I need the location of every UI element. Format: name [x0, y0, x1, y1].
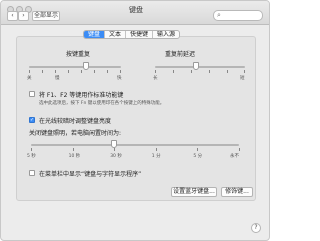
backlight-off-tick-label: 30 秒 [110, 154, 122, 159]
tab-bar: 键盘 文本 快捷键 输入源 [83, 30, 181, 39]
backlight-off-tick-label: 10 秒 [68, 154, 81, 159]
show-viewer-label: 在菜单栏中显示“键盘与字符显示程序” [39, 171, 142, 178]
backlight-off-tick-label: 5 秒 [27, 154, 36, 159]
fn-keys-label: 将 F1、F2 等键用作标准功能键 [39, 92, 124, 99]
key-repeat-off-label: 关 [27, 76, 32, 81]
key-repeat-slider-knob[interactable] [83, 62, 90, 70]
backlight-off-track[interactable] [31, 144, 239, 146]
setup-bluetooth-keyboard-button[interactable]: 设置蓝牙键盘... [171, 187, 217, 197]
repeat-delay-slider-knob[interactable] [192, 62, 199, 70]
show-viewer-checkbox[interactable] [29, 170, 35, 176]
key-repeat-slow-label: 慢 [55, 76, 60, 81]
backlight-off-label: 关闭键盘照明，若电脑闲置时间为: [29, 130, 122, 137]
chevron-right-icon: › [22, 12, 25, 19]
show-all-button[interactable]: 全部显示 [32, 11, 60, 21]
repeat-delay-label: 重复前延迟 [165, 51, 196, 58]
key-repeat-fast-label: 快 [117, 76, 122, 81]
repeat-delay-short-label: 短 [240, 76, 245, 81]
fn-keys-checkbox[interactable] [29, 91, 35, 97]
fn-keys-description: 选中此选项后，按下 Fn 键以使用印在各个按键上的特殊功能。 [39, 101, 165, 106]
backlight-off-tick-label: 1 分 [151, 154, 161, 159]
tab-text[interactable]: 文本 [105, 31, 127, 38]
repeat-delay-long-label: 长 [153, 76, 158, 81]
backlight-off-tick-label: 5 分 [193, 154, 203, 159]
chevron-left-icon: ‹ [11, 12, 14, 19]
backlight-off-tick-label: 永不 [230, 154, 239, 159]
backlight-off-slider-knob[interactable] [111, 140, 118, 148]
modifier-keys-button[interactable]: 修饰键... [221, 187, 253, 197]
help-icon: ? [254, 224, 258, 231]
tab-shortcuts[interactable]: 快捷键 [126, 31, 154, 38]
tab-keyboard[interactable]: 键盘 [84, 31, 106, 38]
checkmark-icon: ✓ [30, 117, 35, 123]
repeat-delay-track[interactable] [155, 66, 245, 68]
back-button[interactable]: ‹ [7, 11, 18, 21]
search-field[interactable]: ⌕ [213, 10, 263, 21]
tab-input-sources[interactable]: 输入源 [153, 31, 179, 38]
title-bar: 键盘 ‹ › 全部显示 ⌕ [1, 1, 269, 25]
setup-bluetooth-keyboard-label: 设置蓝牙键盘... [173, 188, 215, 195]
key-repeat-track[interactable] [29, 66, 121, 68]
adjust-brightness-label: 在光线较暗时调整键盘亮度 [39, 118, 112, 125]
forward-button[interactable]: › [18, 11, 29, 21]
magnifying-glass-icon: ⌕ [217, 11, 221, 19]
modifier-keys-label: 修饰键... [225, 188, 249, 195]
key-repeat-ticks [29, 70, 121, 73]
keyboard-settings-panel: 按键重复 关 慢 快 重复前延迟 长 短 将 F1、F2 等键用作标准功能键 选… [16, 36, 256, 201]
repeat-delay-ticks [155, 70, 245, 73]
adjust-brightness-checkbox[interactable]: ✓ [29, 117, 35, 123]
help-button[interactable]: ? [251, 223, 261, 233]
backlight-off-ticks [31, 148, 239, 151]
show-all-label: 全部显示 [33, 12, 58, 19]
key-repeat-label: 按键重复 [66, 51, 91, 58]
